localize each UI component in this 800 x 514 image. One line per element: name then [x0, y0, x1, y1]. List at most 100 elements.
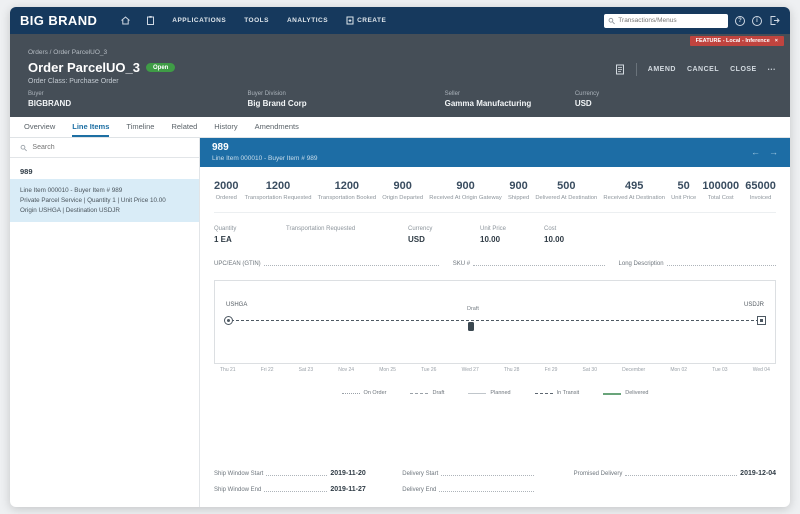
- more-actions-icon[interactable]: •••: [768, 67, 776, 73]
- axis-tick: Tue 26: [421, 367, 437, 373]
- inline-fields-row: UPC/EAN (GTIN) SKU # Long Description: [214, 261, 776, 267]
- legend-in-transit: In Transit: [534, 390, 579, 397]
- draft-marker-icon[interactable]: [468, 322, 475, 331]
- field-buyer-label: Buyer: [28, 91, 44, 97]
- metric-label: Unit Price: [671, 195, 697, 201]
- promised-delivery-field[interactable]: Promised Delivery 2019-12-04: [574, 470, 776, 477]
- legend-on-order: On Order: [341, 390, 386, 397]
- delivery-start-field[interactable]: Delivery Start: [402, 470, 537, 477]
- close-button[interactable]: CLOSE: [730, 66, 757, 73]
- metric-value: 100000: [702, 180, 740, 192]
- long-description-field[interactable]: Long Description: [619, 261, 776, 267]
- info-icon[interactable]: i: [752, 15, 762, 26]
- menu-create-label: CREATE: [357, 17, 387, 24]
- field-buyer-division-value: Big Brand Corp: [247, 99, 307, 108]
- detail-subtitle: Line Item 000010 - Buyer Item # 989: [212, 155, 318, 162]
- origin-label: USHGA: [226, 302, 248, 308]
- menu-applications[interactable]: APPLICATIONS: [172, 17, 226, 24]
- destination-marker-icon: [757, 316, 766, 325]
- shipment-timeline-chart: USHGA USDJR Draft: [214, 280, 776, 364]
- long-description-label: Long Description: [618, 261, 664, 267]
- metric-value: 900: [509, 180, 528, 192]
- axis-tick: Nov 24: [338, 367, 355, 373]
- amend-button[interactable]: AMEND: [648, 66, 676, 73]
- tab-overview[interactable]: Overview: [24, 122, 55, 137]
- delivery-end-field[interactable]: Delivery End: [402, 486, 537, 493]
- create-doc-icon: [346, 16, 354, 25]
- tab-amendments[interactable]: Amendments: [255, 122, 299, 137]
- brand-logo: BIG BRAND: [20, 13, 98, 28]
- field-buyer: Buyer BIGBRAND: [28, 91, 247, 108]
- axis-tick: Sat 30: [582, 367, 597, 373]
- detail-label: Transportation Requested: [286, 226, 356, 232]
- prev-item-icon[interactable]: ←: [751, 147, 760, 157]
- help-icon[interactable]: ?: [735, 15, 745, 26]
- global-search[interactable]: [604, 13, 728, 28]
- legend-line-sample: [534, 393, 553, 394]
- metric-value: 2000: [214, 180, 239, 192]
- list-group-title: 989: [20, 167, 33, 176]
- ship-window-end-value: 2019-11-27: [330, 486, 366, 493]
- detail-label: Currency: [408, 226, 433, 232]
- tab-timeline[interactable]: Timeline: [126, 122, 154, 137]
- ship-window-end-field[interactable]: Ship Window End 2019-11-27: [214, 486, 366, 493]
- signout-icon[interactable]: [769, 15, 780, 26]
- axis-tick: Tue 03: [712, 367, 728, 373]
- field-leader: [441, 475, 535, 476]
- sku-field[interactable]: SKU #: [453, 261, 605, 267]
- ship-window-start-label: Ship Window Start: [214, 471, 264, 477]
- menu-create[interactable]: CREATE: [346, 16, 386, 25]
- feature-badge-close-icon[interactable]: ×: [775, 38, 778, 44]
- order-title-row: Order ParcelUO_3 Open Order Class: Purch…: [10, 59, 790, 91]
- metric-unit-price: 50 Unit Price: [671, 180, 696, 201]
- field-leader: [473, 265, 605, 266]
- sku-label: SKU #: [452, 261, 471, 267]
- line-items-list-panel: 989 Line Item 000010 - Buyer Item # 989 …: [10, 138, 200, 507]
- tab-line-items[interactable]: Line Items: [72, 122, 110, 137]
- upc-ean-field[interactable]: UPC/EAN (GTIN): [214, 261, 439, 267]
- feature-badge: FEATURE - Local - Inference ×: [689, 36, 784, 46]
- date-spacer: [574, 486, 776, 493]
- metric-label: Received At Origin Gateway: [429, 195, 502, 201]
- home-icon[interactable]: [120, 15, 131, 26]
- detail-value: 10.00: [544, 235, 565, 244]
- metric-value: 1200: [265, 180, 291, 192]
- detail-title: 989: [212, 142, 229, 153]
- field-seller: Seller Gamma Manufacturing: [445, 91, 575, 108]
- metric-invoiced: 65000 Invoiced: [745, 180, 776, 201]
- order-title-line: Order ParcelUO_3 Open: [28, 60, 176, 75]
- metric-label: Invoiced: [749, 195, 772, 201]
- cancel-button[interactable]: CANCEL: [687, 66, 719, 73]
- divider: [635, 63, 637, 76]
- next-item-icon[interactable]: →: [769, 147, 778, 157]
- menu-tools[interactable]: TOOLS: [244, 17, 269, 24]
- detail-cost: Cost 10.00: [544, 226, 608, 244]
- breadcrumb[interactable]: Orders / Order ParcelUO_3: [10, 47, 790, 59]
- document-icon[interactable]: [615, 64, 625, 75]
- top-navbar: BIG BRAND APPLICATIONS TOOLS ANALYTICS C…: [10, 7, 790, 34]
- menu-analytics[interactable]: ANALYTICS: [287, 17, 328, 24]
- metric-value: 65000: [745, 180, 776, 192]
- global-search-input[interactable]: [618, 17, 724, 24]
- field-currency-value: USD: [574, 99, 592, 108]
- detail-body: 2000 Ordered 1200 Transportation Requested…: [200, 167, 790, 507]
- detail-label: Unit Price: [480, 226, 507, 232]
- detail-unit-price: Unit Price 10.00: [480, 226, 544, 244]
- line-item-card-selected[interactable]: Line Item 000010 - Buyer Item # 989 Priv…: [10, 179, 199, 223]
- status-badge: Open: [146, 63, 176, 72]
- ship-window-start-field[interactable]: Ship Window Start 2019-11-20: [214, 470, 366, 477]
- list-search[interactable]: [10, 138, 199, 158]
- list-search-input[interactable]: [32, 144, 189, 151]
- axis-tick: Fri 29: [544, 367, 558, 373]
- tab-history[interactable]: History: [214, 122, 237, 137]
- tab-bar: Overview Line Items Timeline Related His…: [10, 117, 790, 138]
- promised-delivery-value: 2019-12-04: [740, 470, 776, 477]
- clipboard-icon[interactable]: [145, 15, 156, 26]
- metric-transportation-booked: 1200 Transportation Booked: [318, 180, 376, 201]
- order-class: Order Class: Purchase Order: [28, 78, 119, 85]
- legend-line-sample: [410, 393, 429, 394]
- axis-tick: Thu 21: [220, 367, 236, 373]
- metric-shipped: 900 Shipped: [508, 180, 529, 201]
- tab-related[interactable]: Related: [171, 122, 197, 137]
- timeline-axis: Thu 21 Fri 22 Sat 23 Nov 24 Mon 25 Tue 2…: [214, 364, 776, 373]
